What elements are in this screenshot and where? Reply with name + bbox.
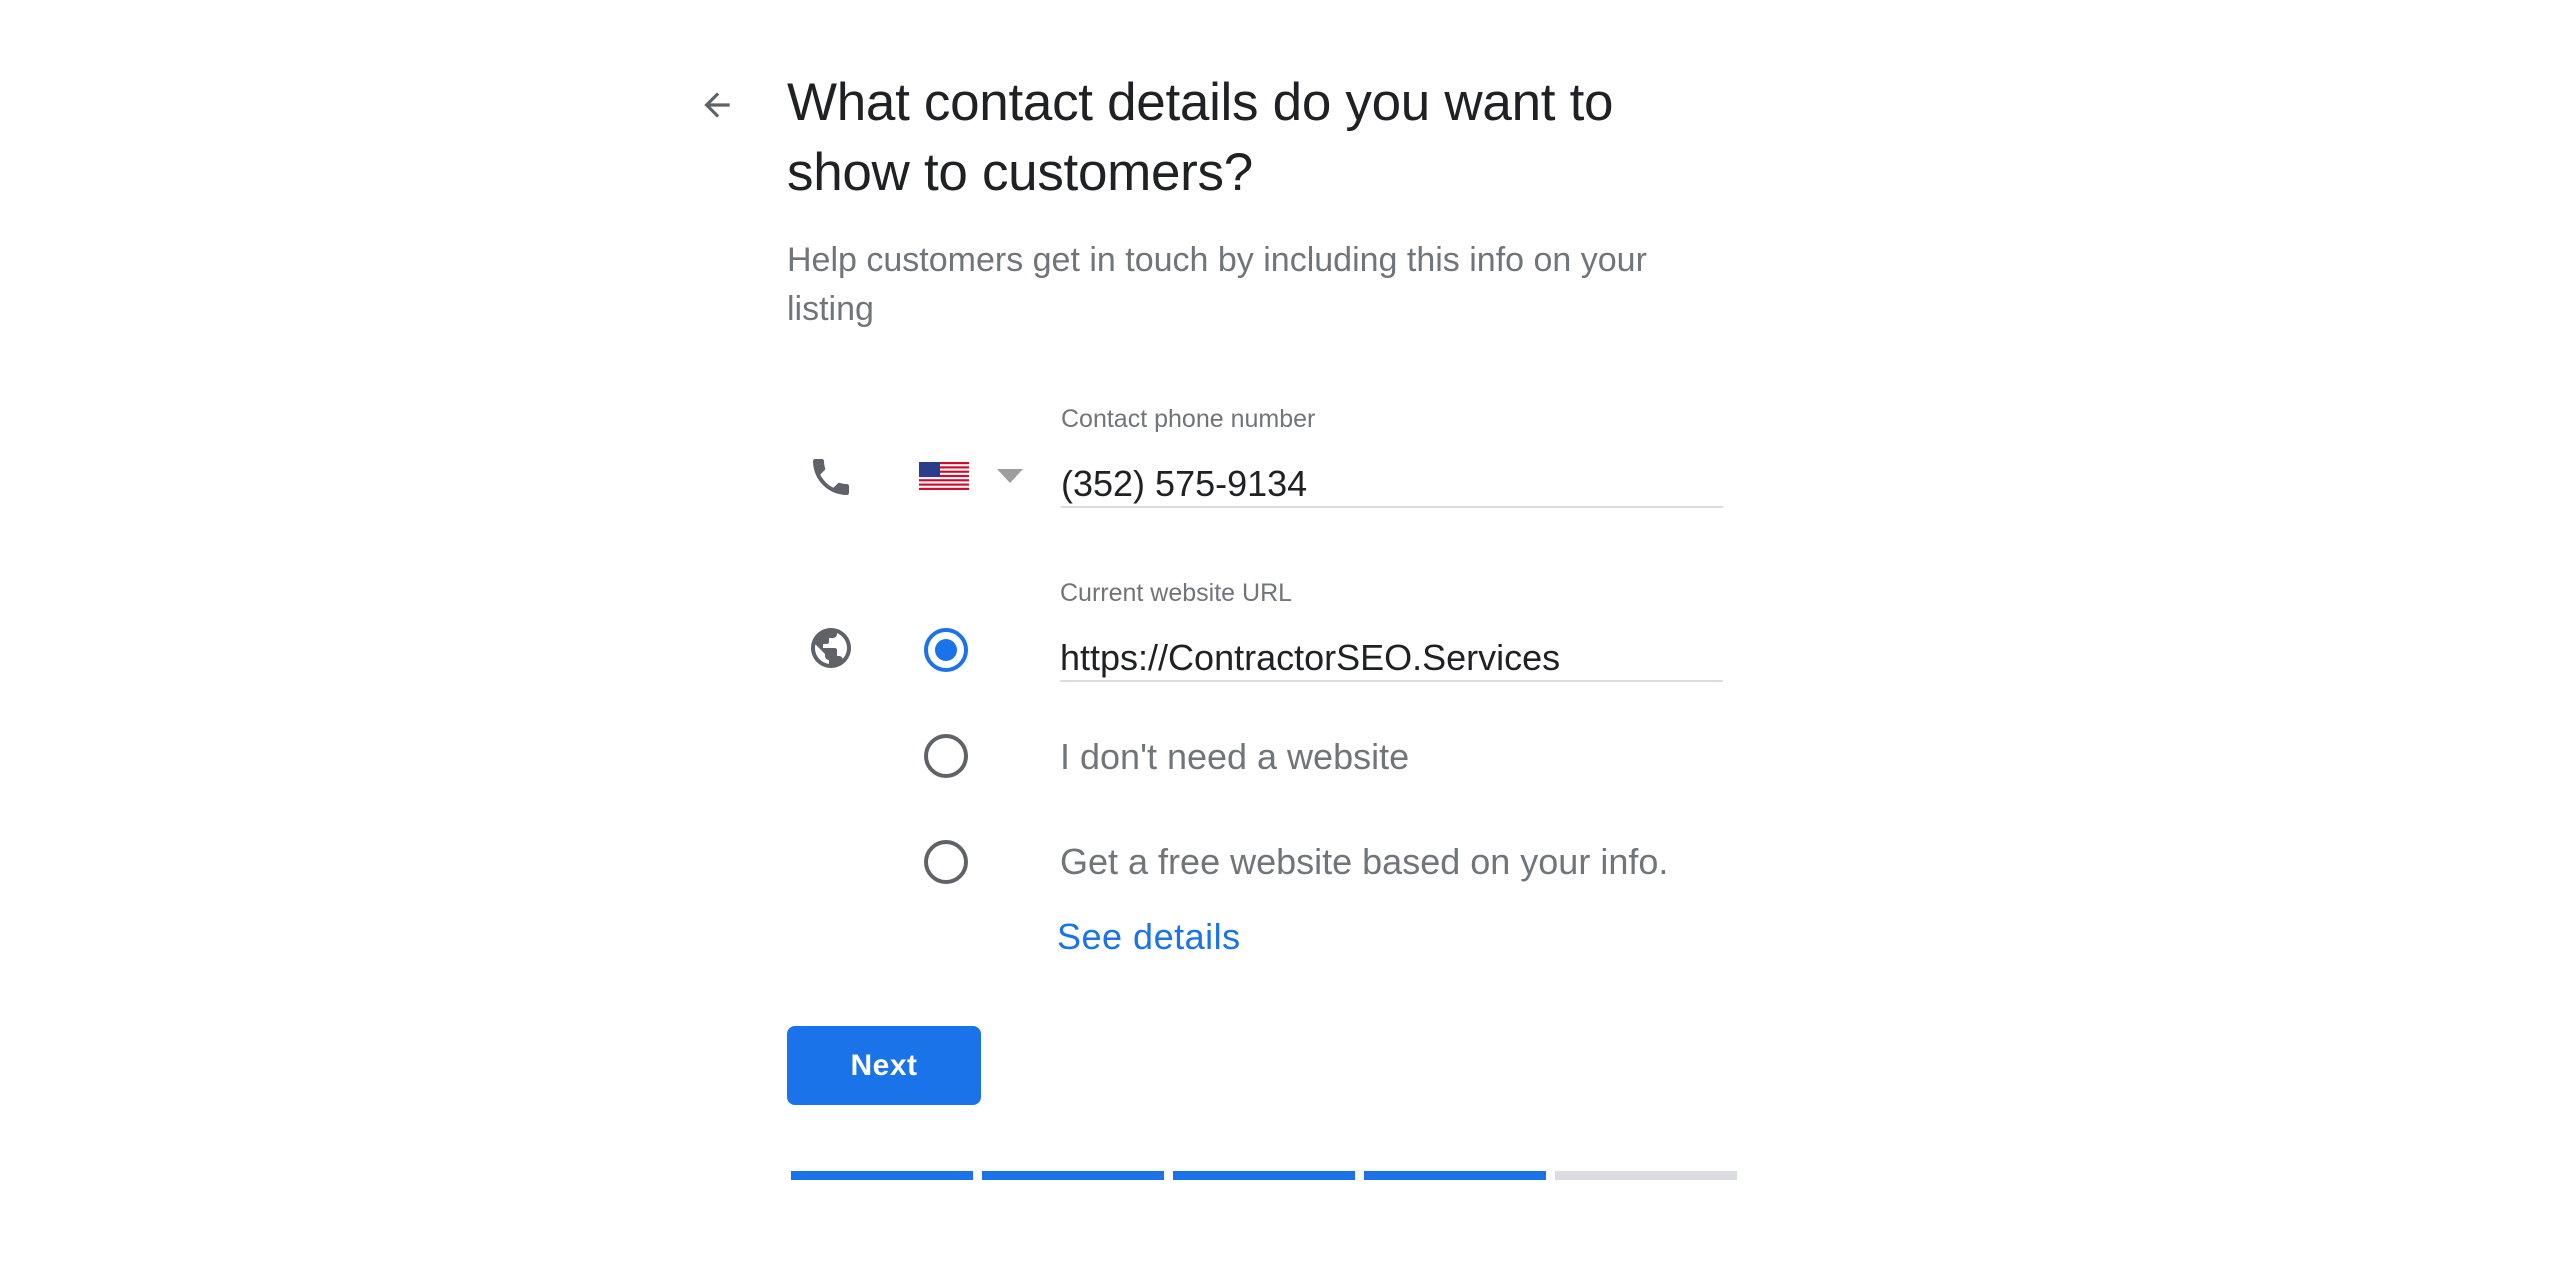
see-details-link[interactable]: See details xyxy=(1057,915,1241,959)
radio-selected-dot xyxy=(935,639,957,661)
step-progress xyxy=(791,1171,1737,1180)
radio-no-website[interactable] xyxy=(924,734,968,778)
page-subtitle: Help customers get in touch by including… xyxy=(787,241,1647,328)
country-flag-selector[interactable] xyxy=(919,462,969,490)
globe-icon xyxy=(807,624,855,672)
progress-segment xyxy=(1173,1171,1355,1180)
website-url-input[interactable] xyxy=(1060,636,1723,682)
back-button[interactable] xyxy=(697,85,737,125)
website-label: Current website URL xyxy=(1060,579,1293,607)
option-free-website-label[interactable]: Get a free website based on your info. xyxy=(1060,840,1668,884)
phone-label: Contact phone number xyxy=(1061,405,1316,433)
country-dropdown-icon[interactable] xyxy=(997,469,1023,483)
progress-segment xyxy=(982,1171,1164,1180)
phone-icon xyxy=(807,453,855,501)
arrow-back-icon xyxy=(704,92,730,118)
phone-input[interactable] xyxy=(1061,462,1723,508)
next-button[interactable]: Next xyxy=(787,1026,981,1105)
option-no-website-label[interactable]: I don't need a website xyxy=(1060,735,1409,779)
progress-segment xyxy=(791,1171,973,1180)
progress-segment xyxy=(1555,1171,1737,1180)
progress-segment xyxy=(1364,1171,1546,1180)
us-flag-icon xyxy=(919,462,969,490)
radio-current-website[interactable] xyxy=(924,628,968,672)
page-title: What contact details do you want to show… xyxy=(787,73,1614,202)
radio-free-website[interactable] xyxy=(924,840,968,884)
